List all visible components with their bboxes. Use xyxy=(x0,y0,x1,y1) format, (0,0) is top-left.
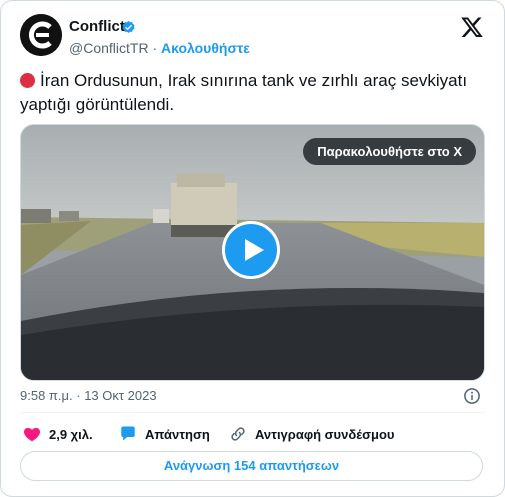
link-icon xyxy=(231,427,245,441)
copy-link-button[interactable]: Αντιγραφή συνδέσμου xyxy=(229,425,394,443)
play-button[interactable] xyxy=(222,221,280,279)
heart-icon xyxy=(23,427,41,442)
tweet-timestamp[interactable]: 9:58 π.μ. · 13 Οκτ 2023 xyxy=(20,388,157,403)
divider xyxy=(20,412,485,413)
author-name[interactable]: Conflict xyxy=(69,18,125,35)
copy-link-label: Αντιγραφή συνδέσμου xyxy=(255,426,395,442)
tweet-text-block: İran Ordusunun, Irak sınırına tank ve zı… xyxy=(20,69,485,117)
red-circle-icon xyxy=(20,73,35,88)
follow-button[interactable]: Ακολουθήστε xyxy=(161,40,250,56)
like-button[interactable]: 2,9 χιλ. xyxy=(23,425,93,443)
x-logo-icon[interactable] xyxy=(460,15,484,39)
video-player[interactable]: Παρακολουθήστε στο X xyxy=(20,124,485,381)
read-replies-button[interactable]: Ανάγνωση 154 απαντήσεων xyxy=(20,451,483,481)
tweet-text: İran Ordusunun, Irak sınırına tank ve zı… xyxy=(20,71,468,114)
play-icon xyxy=(245,239,264,261)
tweet-card: Conflict @ConflictTR · Ακολουθήστε İran … xyxy=(0,0,505,497)
reply-label: Απάντηση xyxy=(145,426,210,442)
tweet-time: 9:58 π.μ. xyxy=(20,388,73,403)
handle-separator: · xyxy=(152,40,158,56)
author-handle[interactable]: @ConflictTR xyxy=(69,40,149,56)
verified-badge-icon xyxy=(122,20,135,33)
watch-on-x-button[interactable]: Παρακολουθήστε στο X xyxy=(303,138,476,165)
like-count: 2,9 χιλ. xyxy=(49,426,93,442)
handle-row: @ConflictTR · Ακολουθήστε xyxy=(69,40,250,56)
avatar[interactable] xyxy=(20,14,62,56)
timestamp-separator: · xyxy=(76,388,81,403)
conflict-logo-icon xyxy=(20,14,62,56)
tweet-date: 13 Οκτ 2023 xyxy=(84,388,157,403)
reply-button[interactable]: Απάντηση xyxy=(119,425,210,443)
reply-bubble-icon xyxy=(121,426,135,441)
info-icon[interactable] xyxy=(463,387,481,405)
